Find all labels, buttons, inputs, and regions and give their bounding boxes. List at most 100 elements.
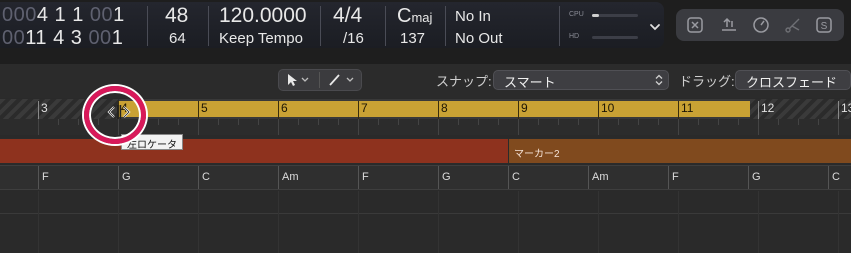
bar-grid-line [598,191,599,253]
ruler-bar-number: 12 [761,101,775,115]
ruler-tick [178,119,179,125]
ruler-bar-number: 10 [601,101,615,115]
ruler-tick [258,119,259,125]
ruler-bar-line [278,101,279,119]
key-mode: maj [411,10,433,25]
bar-grid-line [438,191,439,253]
chord-label[interactable]: G [122,171,131,183]
ruler-tick [158,119,159,125]
end-ticks: 1 [111,27,124,49]
chord-label[interactable]: C [832,171,840,183]
bar-value[interactable]: 48 [165,5,188,26]
chord-label[interactable]: Am [592,171,609,183]
chord-label[interactable]: G [752,171,761,183]
key-signature[interactable]: Cmaj [397,6,432,26]
chord-label[interactable]: G [442,171,451,183]
hd-meter [592,36,638,39]
lane-divider [0,213,851,214]
ruler-tick [738,119,739,125]
lcd-divider [147,6,148,46]
chord-label[interactable]: Am [282,171,299,183]
ruler-tick [418,119,419,125]
bar-grid-line [198,191,199,253]
track-area [0,191,851,253]
ruler-bar-number: 5 [201,101,208,115]
division-value[interactable]: 64 [169,31,186,46]
key-number[interactable]: 137 [400,31,425,46]
tempo-value[interactable]: 120.0000 [219,5,307,26]
key-root: C [397,5,412,27]
ruler-tick [398,119,399,125]
chord-divider [668,166,669,189]
ruler-bar-line [358,101,359,119]
ruler-tick [658,119,659,125]
ruler-tick [598,119,599,135]
tempo-mode[interactable]: Keep Tempo [219,31,303,46]
chord-label[interactable]: C [202,171,210,183]
ruler-tick [758,119,759,135]
pointer-icon[interactable] [284,72,314,88]
upload-icon[interactable] [719,15,739,35]
playhead-position[interactable]: 0004 1 1 001 [2,5,125,25]
chord-divider [828,166,829,189]
chord-label[interactable]: F [672,171,679,183]
chord-divider [38,166,39,189]
chord-label[interactable]: F [362,171,369,183]
close-box-icon[interactable] [685,15,705,35]
ruler-tick [218,119,219,125]
ruler-tick [458,119,459,125]
midi-in[interactable]: No In [455,9,491,24]
ruler-tick [798,119,799,125]
svg-text:S: S [821,21,828,32]
lcd-divider [559,6,560,46]
tool-divider [319,72,320,88]
lcd-divider [208,6,209,46]
marker-1[interactable] [0,139,508,163]
division-setting[interactable]: /16 [343,31,364,46]
bar-grid-line [678,191,679,253]
chord-divider [588,166,589,189]
pencil-icon[interactable] [325,72,359,88]
ruler-tick [298,119,299,125]
cpu-meter [592,14,638,17]
solo-s-icon[interactable]: S [814,15,834,35]
ruler-tick [318,119,319,125]
chord-label[interactable]: F [42,171,49,183]
position-bars: 4 1 1 [36,4,84,26]
chord-divider [438,166,439,189]
ruler-bar-line [198,101,199,119]
midi-out[interactable]: No Out [455,31,503,46]
ruler-tick [358,119,359,135]
end-position[interactable]: 0011 4 3 001 [2,28,123,48]
chevron-updown-icon [655,74,663,86]
ruler-tick [678,119,679,135]
cycle-area[interactable] [119,101,750,117]
ruler-tick [38,119,39,135]
ruler-bar-number: 13 [841,101,851,115]
marker-2[interactable]: マーカー2 [509,139,851,163]
ruler-bar-number: 11 [681,101,694,115]
time-signature[interactable]: 4/4 [333,5,362,26]
ruler-bar-line [38,101,39,119]
bar-grid-line [278,191,279,253]
drag-select[interactable]: クロスフェード [735,70,851,90]
snap-select[interactable]: スマート [493,70,669,90]
chevron-down-icon[interactable] [648,20,662,34]
drag-label: ドラッグ: [679,74,735,89]
ruler-tick [498,119,499,125]
chord-divider [278,166,279,189]
tuner-icon[interactable] [751,15,771,35]
chord-divider [508,166,509,189]
chord-divider [358,166,359,189]
chord-divider [748,166,749,189]
end-bars: 11 4 3 [25,27,83,49]
resize-locator-cursor-icon[interactable] [106,104,132,120]
chord-label[interactable]: C [512,171,520,183]
cpu-label: CPU [569,11,584,18]
ruler-bar-line [598,101,599,119]
bar-grid-line [118,191,119,253]
chord-divider [118,166,119,189]
bar-grid-line [838,191,839,253]
ruler-bar-line [678,101,679,119]
scissors-icon[interactable] [783,15,803,35]
